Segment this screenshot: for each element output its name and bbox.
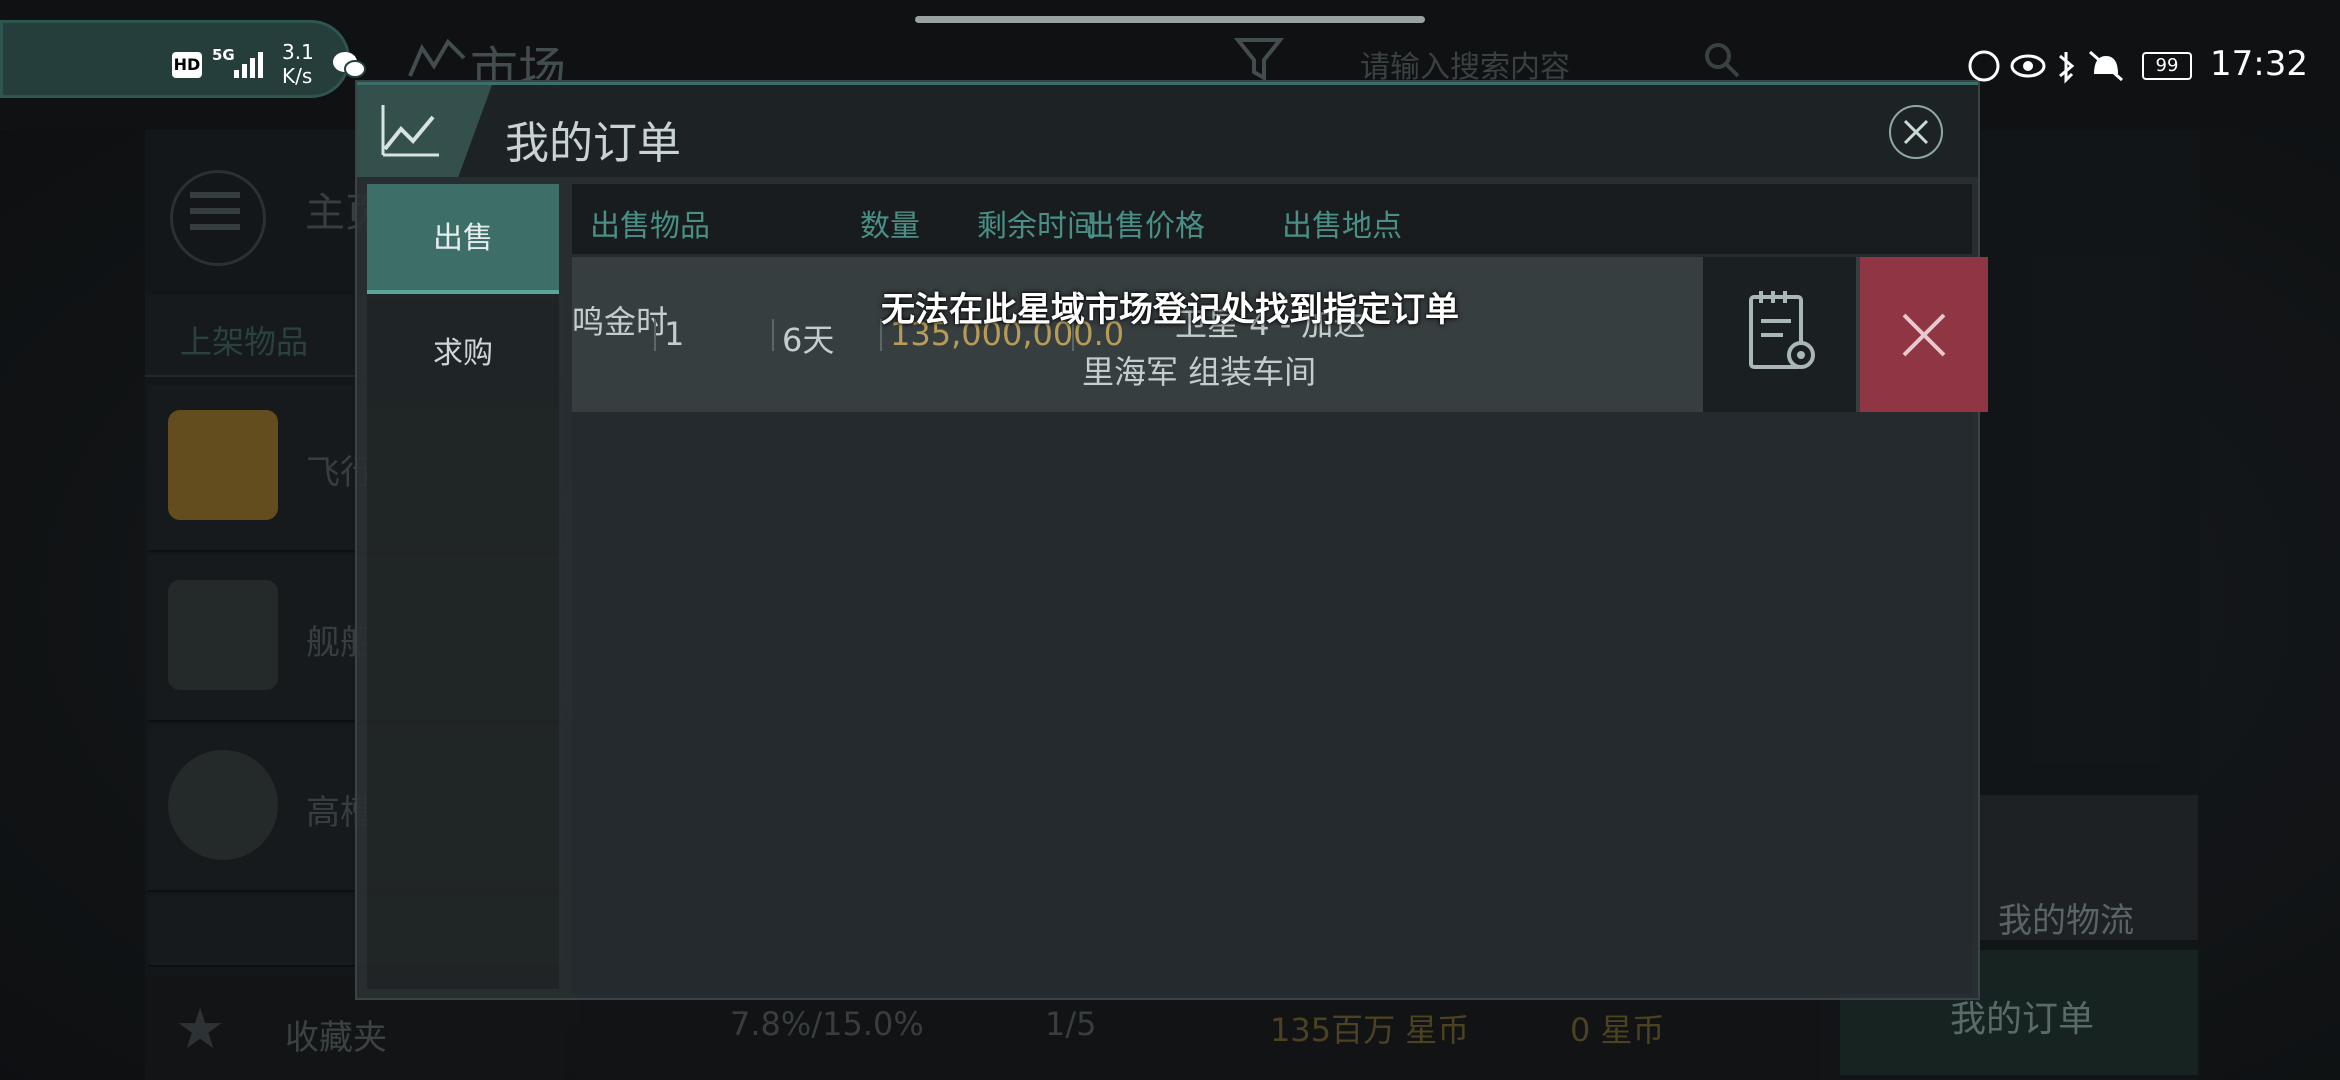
close-button[interactable]	[1889, 105, 1943, 159]
battery-icon: 99	[2142, 52, 2192, 80]
net-speed-unit: K/s	[282, 64, 313, 88]
notepad-settings-icon	[1749, 291, 1815, 369]
col-item: 出售物品	[590, 209, 710, 244]
signal-icon	[234, 52, 263, 78]
close-icon	[1902, 313, 1946, 357]
dialog-title: 我的订单	[505, 118, 681, 169]
orders-header-icon	[357, 85, 492, 177]
column-divider	[772, 319, 774, 351]
column-divider	[654, 319, 656, 351]
bluetooth-icon	[2059, 52, 2075, 84]
tab-buy[interactable]: 求购	[367, 299, 559, 409]
trend-icon	[381, 105, 439, 157]
home-indicator	[915, 16, 1425, 23]
wechat-icon	[333, 52, 366, 78]
toast-message: 无法在此星域市场登记处找到指定订单	[881, 290, 1459, 330]
dialog-header: 我的订单	[357, 82, 1978, 177]
col-price: 出售价格	[1085, 209, 1205, 244]
net-speed: 3.1 K/s	[282, 40, 314, 88]
row-location-line2: 里海军 组装车间	[1082, 353, 1317, 391]
net-speed-value: 3.1	[282, 40, 314, 64]
order-type-tabs: 出售 求购	[367, 184, 559, 989]
cancel-order-button[interactable]	[1860, 257, 1988, 412]
close-icon	[1903, 119, 1929, 145]
table-row[interactable]: 鸣金时 1 6天 135,000,000.0 卫星 4 - 加达 里海军 组装车…	[572, 257, 1988, 412]
table-header: 出售物品 数量 剩余时间 出售价格 出售地点	[572, 184, 1972, 254]
order-settings-button[interactable]	[1703, 257, 1856, 412]
row-quantity: 1	[664, 315, 685, 353]
col-quantity: 数量	[860, 209, 920, 244]
nfc-icon	[1968, 50, 2000, 82]
row-remaining: 6天	[782, 321, 835, 359]
my-orders-dialog: 我的订单 出售 求购 出售物品 数量 剩余时间 出售价格 出售地点 鸣金时 1 …	[355, 80, 1988, 1000]
hd-badge: HD	[172, 52, 202, 78]
col-location: 出售地点	[1282, 209, 1402, 244]
status-icons	[1968, 50, 2123, 84]
tab-sell[interactable]: 出售	[367, 184, 559, 294]
col-remaining: 剩余时间	[977, 209, 1097, 244]
clock: 17:32	[2210, 44, 2308, 84]
